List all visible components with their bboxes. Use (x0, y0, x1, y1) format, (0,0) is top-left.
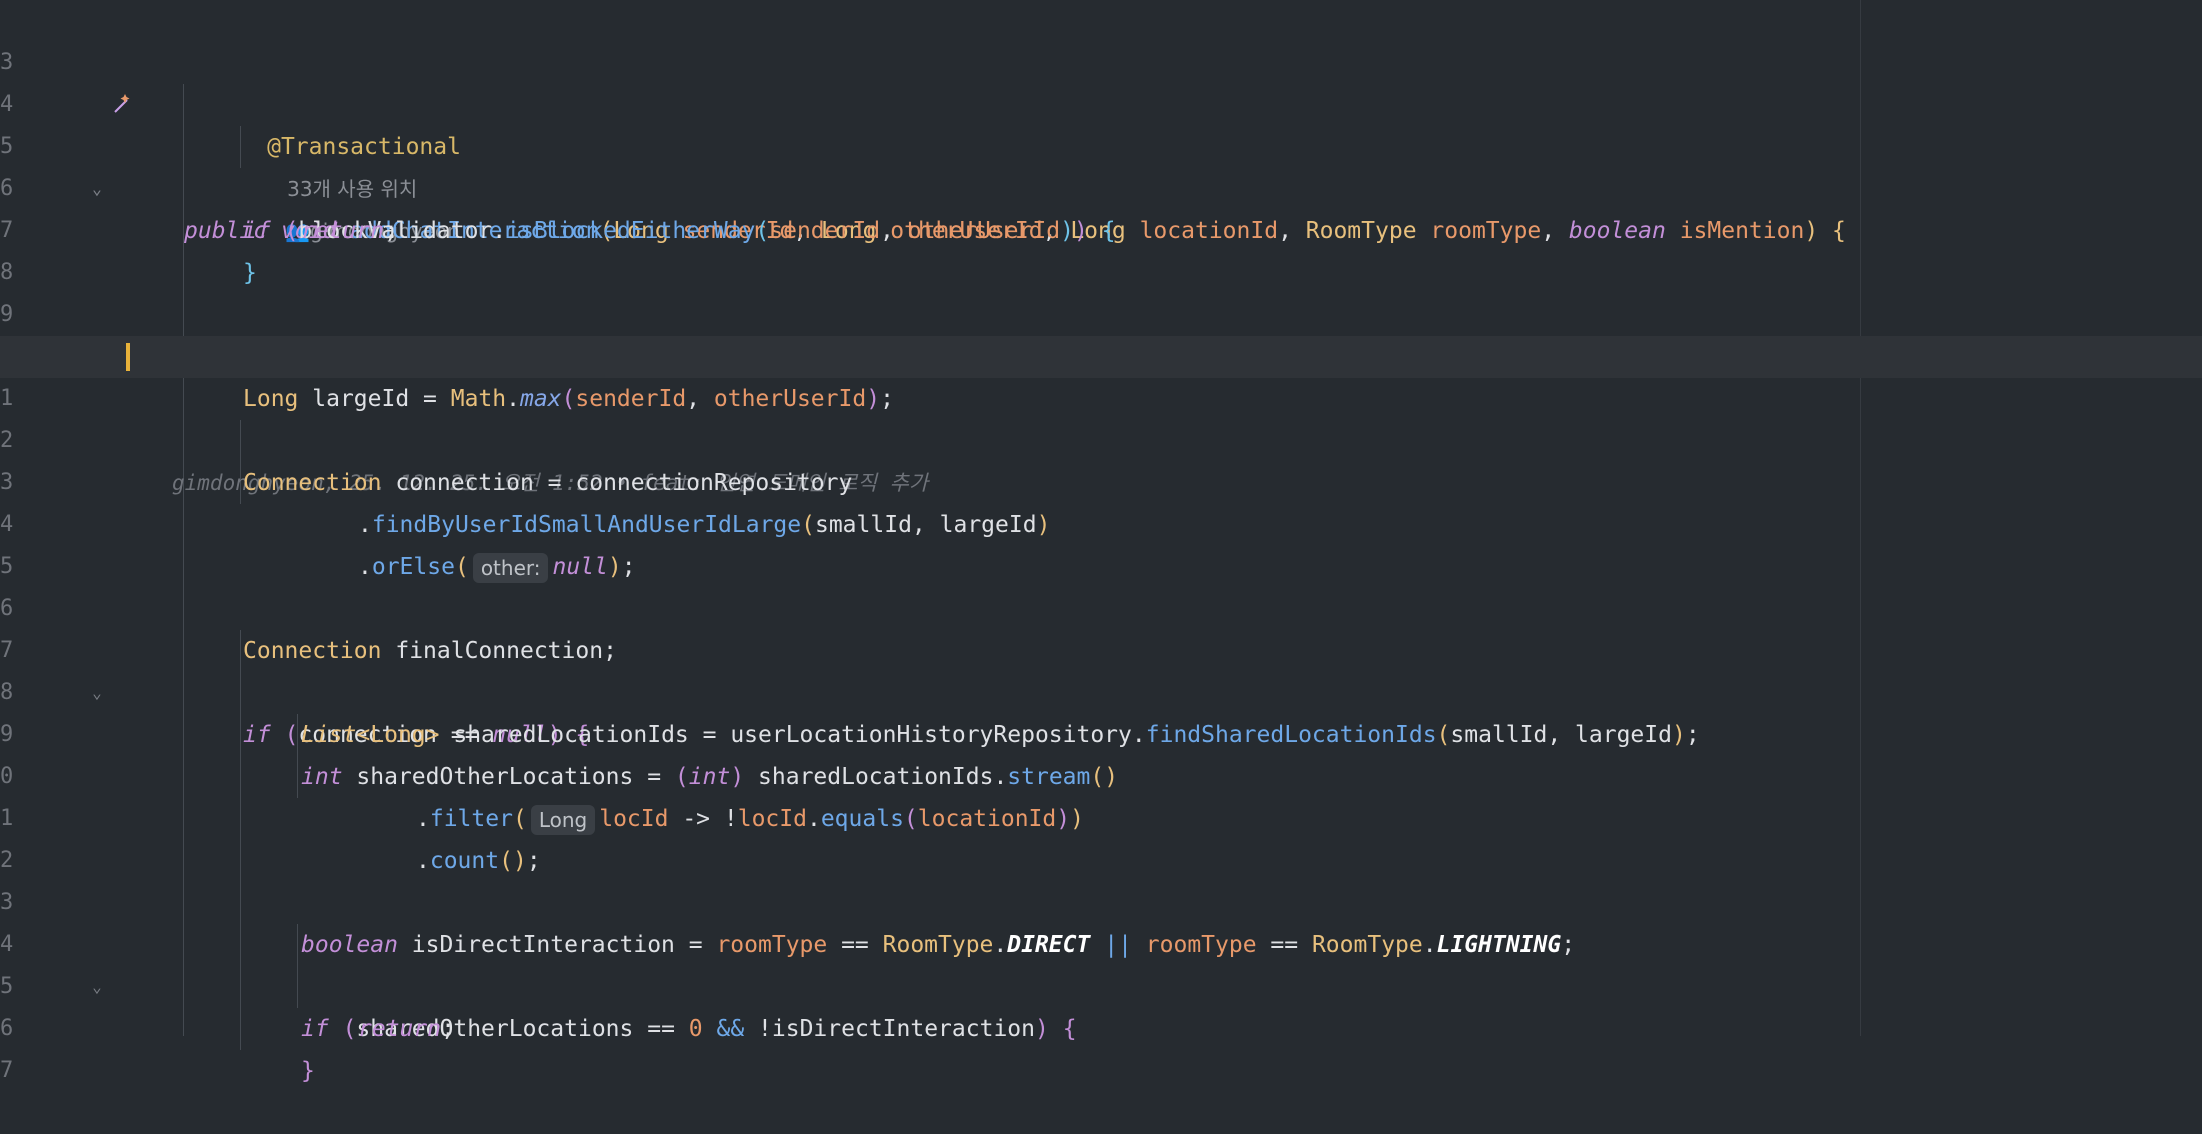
code-line[interactable]: 4 .orElse(other: null); (0, 462, 2202, 583)
code-line[interactable]: 4 ⌄ if (sharedOtherLocations == 0 && !is… (0, 882, 2202, 1042)
code-line[interactable]: 7 (0, 1008, 2202, 1083)
code-line[interactable]: 3 .findByUserIdSmallAndUserIdLarge(small… (0, 420, 2202, 538)
code-line[interactable]: 3 @Transactional 33개 사용 위치 👥gimdonghyeon (0, 0, 2202, 243)
code-line[interactable]: 2 Connection connection = connectionRepo… (0, 378, 2202, 496)
code-line[interactable]: 3 boolean isDirectInteraction = roomType… (0, 840, 2202, 958)
code-line[interactable]: 8 (0, 210, 2202, 285)
code-line[interactable]: 8 List<Long> sharedLocationIds = userLoc… (0, 630, 2202, 748)
code-line[interactable]: 6 Connection finalConnection; (0, 546, 2202, 664)
code-line[interactable]: 0 .filter(Long locId -> !locId.equals(loc… (0, 714, 2202, 835)
code-line[interactable]: 9 int sharedOtherLocations = (int) share… (0, 672, 2202, 790)
code-line[interactable]: 5 return; (0, 924, 2202, 1042)
code-line[interactable]: 0 Long largeId = Math.max(senderId, othe… (0, 294, 2202, 412)
code-editor[interactable]: 3 @Transactional 33개 사용 위치 👥gimdonghyeon… (0, 0, 2202, 1084)
code-line[interactable]: 2 (0, 798, 2202, 873)
code-line[interactable]: 1 .count(); (0, 756, 2202, 874)
blame-marker (126, 343, 130, 371)
code-line[interactable]: 6 } (0, 966, 2202, 1084)
code-line[interactable]: 7 } (0, 168, 2202, 286)
code-line[interactable]: 6 return; (0, 126, 2202, 244)
line-number: 7 (0, 1058, 14, 1083)
current-line[interactable]: 1 gimdonghyeon, 25. 12. 25. 오전 1:52 • fe… (0, 336, 2202, 495)
wand-icon[interactable] (26, 42, 130, 113)
code-line[interactable]: 4 ⌄ public void addChatInteraction(Long … (0, 42, 2202, 244)
code-line[interactable]: 9 Long smallId = Math.min(senderId, othe… (0, 252, 2202, 370)
code-line[interactable]: 5 (0, 504, 2202, 579)
code-line[interactable]: 7 ⌄ if (connection == null) { (0, 588, 2202, 748)
code-line[interactable]: 5 ⌄ if (blockValidator.isBlockedEitherWa… (0, 84, 2202, 244)
